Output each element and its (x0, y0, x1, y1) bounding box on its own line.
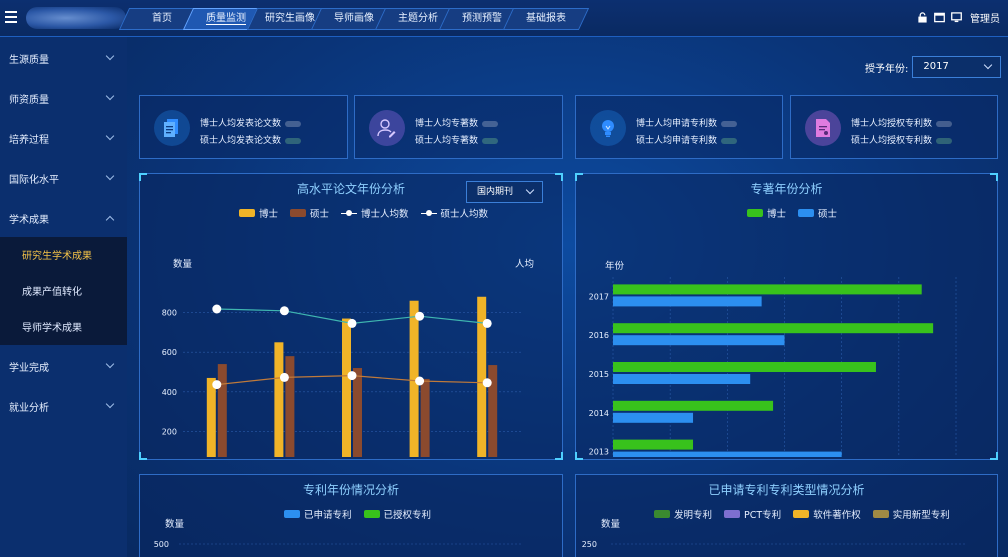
user-edit-icon (369, 110, 405, 146)
chevron-up-icon (105, 215, 115, 225)
bar-doctor (274, 342, 284, 457)
paper-bar-line-chart: 数量人均0200400600800020132014201520162017 (162, 258, 534, 457)
bar-doctor (613, 400, 774, 411)
top-bar: 首页 质量监测 研究生画像 导师画像 主题分析 预测预警 基础报表 管理员 (0, 0, 1008, 37)
panel-title: 专利年份情况分析 (302, 483, 399, 497)
bar-doctor (342, 318, 351, 457)
bar-master (613, 374, 751, 384)
user-name[interactable]: 管理员 (970, 10, 1000, 25)
line-point (347, 318, 357, 328)
panel-title: 专著年份分析 (750, 182, 823, 196)
line-point (212, 380, 222, 390)
menu-icon[interactable] (5, 11, 17, 23)
lock-icon[interactable] (917, 12, 928, 23)
document-icon (154, 110, 190, 146)
chevron-down-icon (984, 60, 993, 70)
sidebar-item-completion[interactable]: 学业完成 (0, 345, 127, 385)
sidebar-item-academic-achievements[interactable]: 学术成果 (0, 197, 127, 237)
line-point (415, 376, 425, 386)
bar-doctor (613, 284, 922, 295)
bar-doctor (206, 377, 216, 457)
line-point (279, 306, 289, 316)
y-tick-label: 400 (162, 388, 177, 397)
top-right-tools: 管理员 (917, 10, 1000, 25)
y-axis-label: 数量 (165, 518, 185, 530)
line-point (415, 311, 425, 321)
y-tick-label: 2015 (589, 370, 609, 379)
main-content: 授予年份: 2017 博士人均发表论文数 硕士人均发表论文数 博士人均专著数 硕… (127, 37, 1008, 557)
y-axis-label: 数量 (173, 258, 193, 270)
y-tick-label: 2016 (589, 331, 609, 340)
patent-bar-chart: 数量 500 (154, 518, 521, 549)
summary-card-books: 博士人均专著数 硕士人均专著数 (354, 95, 563, 159)
bar-master (217, 364, 227, 457)
chevron-down-icon (105, 399, 115, 409)
y-tick-label: 2013 (589, 448, 609, 457)
chevron-down-icon (105, 51, 115, 61)
certificate-icon (805, 110, 841, 146)
sidebar-subitem-output-conversion[interactable]: 成果产值转化 (0, 273, 127, 309)
bar-master (613, 451, 842, 457)
y2-axis-label: 人均 (515, 258, 534, 270)
line-point (482, 318, 492, 328)
chevron-down-icon (105, 131, 115, 141)
y-tick-label: 250 (582, 540, 597, 549)
bar-master (613, 296, 762, 307)
line-point (347, 371, 357, 381)
chevron-down-icon (105, 91, 115, 101)
window-icon[interactable] (934, 12, 945, 23)
sidebar-subitem-advisor-achievements[interactable]: 导师学术成果 (0, 309, 127, 345)
year-filter: 授予年份: 2017 (865, 56, 1002, 78)
bar-doctor (613, 439, 694, 450)
bar-master (613, 335, 785, 346)
year-filter-label: 授予年份: (865, 63, 909, 75)
line-point (279, 372, 289, 382)
y-tick-label: 800 (162, 309, 177, 318)
chevron-down-icon (105, 171, 115, 181)
chevron-down-icon (525, 185, 535, 195)
bar-master (353, 368, 362, 457)
bar-doctor (613, 362, 876, 372)
sidebar-item-admission-quality[interactable]: 生源质量 (0, 37, 127, 77)
summary-card-papers: 博士人均发表论文数 硕士人均发表论文数 (139, 95, 348, 159)
sidebar-item-faculty-quality[interactable]: 师资质量 (0, 77, 127, 117)
summary-card-patent-applications: 博士人均申请专利数 硕士人均申请专利数 (575, 95, 783, 159)
lightbulb-icon (590, 110, 626, 146)
sidebar-item-employment[interactable]: 就业分析 (0, 385, 127, 425)
sidebar-submenu: 研究生学术成果 成果产值转化 导师学术成果 (0, 237, 127, 345)
y-tick-label: 500 (154, 540, 169, 549)
panel-title: 已申请专利专利类型情况分析 (708, 483, 865, 497)
y-axis-label: 数量 (601, 518, 621, 530)
bar-master (285, 356, 295, 457)
y-tick-label: 2014 (589, 409, 609, 418)
line-point (212, 304, 222, 314)
bar-master (488, 365, 498, 457)
logo (26, 7, 126, 29)
chevron-down-icon (105, 359, 115, 369)
line-point (482, 378, 492, 388)
patent-type-bar-chart: 数量 250 (582, 518, 965, 549)
year-select[interactable]: 2017 (912, 56, 1002, 78)
bar-master (613, 412, 694, 423)
journal-type-dropdown[interactable]: 国内期刊 (466, 181, 543, 203)
y-tick-label: 600 (162, 348, 177, 357)
y-tick-label: 2017 (589, 292, 609, 301)
y-axis-label: 年份 (605, 260, 625, 272)
summary-card-patents-granted: 博士人均授权专利数 硕士人均授权专利数 (790, 95, 998, 159)
bar-master (420, 378, 430, 457)
book-horizontal-bar-chart: 年份数量20172016201520142013 (589, 260, 957, 457)
tab-basic-reports[interactable]: 基础报表 (502, 8, 590, 30)
sidebar-item-internationalization[interactable]: 国际化水平 (0, 157, 127, 197)
bar-doctor (613, 323, 934, 334)
monitor-icon[interactable] (951, 12, 962, 23)
sidebar-subitem-student-achievements[interactable]: 研究生学术成果 (0, 237, 127, 273)
y-tick-label: 200 (162, 427, 177, 436)
sidebar-item-training-process[interactable]: 培养过程 (0, 117, 127, 157)
sidebar: 生源质量 师资质量 培养过程 国际化水平 学术成果 研究生学术成果 成果产值转化… (0, 37, 127, 557)
